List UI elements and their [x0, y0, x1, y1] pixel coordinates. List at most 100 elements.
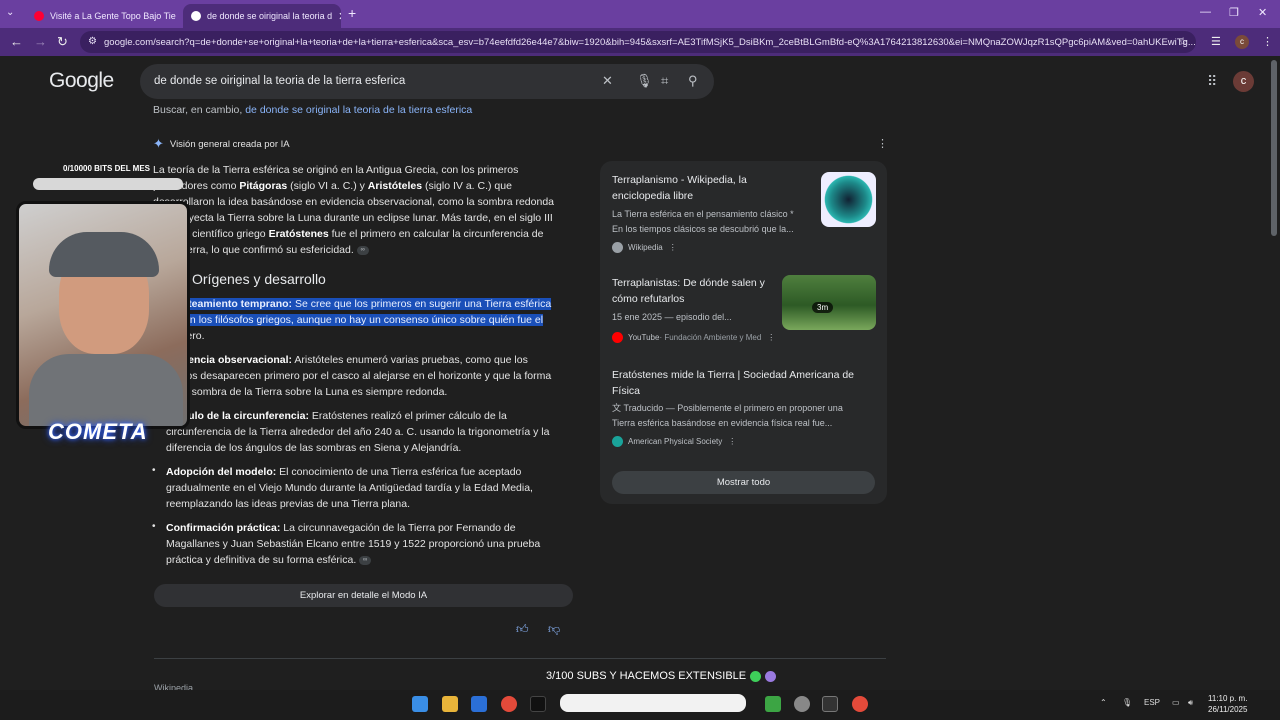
webcam-cap [49, 232, 159, 277]
close-tab-icon[interactable]: ✕ [332, 10, 341, 23]
close-window-icon[interactable]: ✕ [1258, 6, 1267, 19]
reload-icon[interactable]: ↻ [57, 34, 68, 50]
source-card-source: Wikipedia ⋮ [612, 242, 677, 253]
address-bar[interactable]: ⚙ google.com/search?q=de+donde+se+origin… [80, 31, 1196, 53]
aps-icon [612, 436, 623, 447]
minimize-icon[interactable]: — [1200, 6, 1211, 18]
bullet-item: Adopción del modelo: El conocimiento de … [166, 466, 533, 510]
app-icon[interactable] [794, 696, 810, 712]
taskbar-masked-apps [560, 694, 746, 712]
reading-list-icon[interactable]: ☰ [1211, 35, 1221, 48]
tab-search-icon[interactable]: ⌄ [6, 7, 14, 18]
sparkle-icon: ✦ [153, 136, 164, 151]
source-card-source: YouTube · Fundación Ambiente y Med ⋮ [612, 332, 775, 343]
language-indicator[interactable]: ESP [1144, 698, 1160, 707]
search-box[interactable]: de donde se oiriginal la teoria de la ti… [140, 64, 714, 99]
account-avatar[interactable]: c [1233, 71, 1254, 92]
back-icon[interactable]: ← [10, 34, 23, 49]
bookmark-star-icon[interactable]: ☆ [1178, 35, 1188, 48]
source-card-title[interactable]: Terraplanistas: De dónde salen y cómo ref… [612, 275, 782, 307]
tab-title: de donde se oiriginal la teoria d [207, 11, 333, 21]
system-clock[interactable]: 11:10 p. m. 26/11/2025 [1208, 693, 1247, 715]
google-logo[interactable]: Google [49, 69, 114, 93]
tab-active[interactable]: de donde se oiriginal la teoria d ✕ [183, 4, 341, 28]
source-card-snippet: 文 Traducido — Posiblemente el primero en… [612, 403, 843, 428]
app-icon[interactable] [765, 696, 781, 712]
network-icon[interactable]: ▭ [1172, 698, 1180, 707]
intro-line: desarrollaron la idea basándose en evide… [153, 196, 554, 208]
explore-ai-mode-button[interactable]: Explorar en detalle el Modo IA [154, 584, 573, 607]
translate-icon: 文 [612, 403, 622, 413]
clear-icon[interactable]: ✕ [602, 73, 613, 89]
tab-strip: ⌄ Visité a La Gente Topo Bajo Tie ✕ de d… [0, 0, 1280, 28]
intro-line: La teoría de la Tierra esférica se origi… [153, 164, 519, 176]
terminal-icon[interactable] [822, 696, 838, 712]
bullet-item: Planteamiento temprano: Se cree que los … [166, 298, 552, 342]
link-chip-icon[interactable]: ∞ [359, 555, 372, 565]
intro-line: a. C., el científico griego Eratóstenes … [153, 228, 544, 240]
site-info-icon[interactable]: ⚙ [88, 36, 97, 47]
restore-icon[interactable]: ❐ [1229, 6, 1239, 19]
thumbs-up-icon[interactable]: 👍︎ [516, 622, 529, 637]
tab-title: Visité a La Gente Topo Bajo Tie [50, 11, 176, 21]
google-apps-icon[interactable]: ⠿ [1207, 73, 1217, 90]
bullet-item: Cálculo de la circunferencia: Eratóstene… [166, 410, 550, 454]
source-card-title[interactable]: Terraplanismo - Wikipedia, la enciclopedi… [612, 172, 812, 204]
youtube-favicon-icon [34, 11, 44, 21]
more-options-icon[interactable]: ⋮ [669, 243, 677, 252]
url-text: google.com/search?q=de+donde+se+original… [104, 36, 1196, 48]
close-tab-icon[interactable]: ✕ [176, 10, 178, 23]
more-options-icon[interactable]: ⋮ [877, 137, 888, 150]
search-icon[interactable]: ⚲ [688, 73, 698, 89]
windows-start-icon[interactable] [412, 696, 428, 712]
intro-line: de la Tierra, lo que confirmó su esferic… [153, 242, 583, 258]
webcam-feed [16, 201, 190, 429]
browser-profile-avatar[interactable]: c [1235, 35, 1249, 49]
video-thumbnail[interactable]: 3m [782, 275, 876, 330]
forward-icon[interactable]: → [34, 34, 47, 49]
search-input[interactable]: de donde se oiriginal la teoria de la ti… [154, 75, 405, 87]
sources-panel: Terraplanismo - Wikipedia, la enciclopedi… [600, 161, 887, 504]
browser-toolbar: ← → ↻ ⚙ google.com/search?q=de+donde+se+… [0, 28, 1280, 56]
alt-prefix: Buscar, en cambio, [153, 104, 243, 116]
ai-overview-header: ✦ Visión general creada por IA [153, 136, 290, 152]
divider [154, 658, 886, 659]
bits-progress-bar [33, 178, 183, 190]
subs-goal: 3/100 SUBS Y HACEMOS EXTENSIBLE [546, 670, 777, 682]
cometa-logo: COMETA [48, 419, 148, 444]
alt-search-link[interactable]: de donde se original la teoria de la tie… [245, 104, 472, 116]
tray-chevron-icon[interactable]: ⌃ [1100, 698, 1107, 707]
more-options-icon[interactable]: ⋮ [728, 437, 736, 446]
webcam-shirt [29, 354, 183, 426]
microphone-icon[interactable]: 🎙︎ [636, 73, 653, 89]
source-card-source: American Physical Society ⋮ [612, 436, 736, 447]
bullet-dot: • [152, 521, 156, 532]
page-scrollbar[interactable] [1271, 60, 1277, 236]
bullet-item: Evidencia observacional: Aristóteles enu… [166, 354, 552, 398]
bullet-item: Confirmación práctica: La circunnavegaci… [166, 522, 541, 566]
wikipedia-icon [612, 242, 623, 253]
thumbs-down-icon[interactable]: 👎︎ [548, 622, 560, 637]
intro-line: pensadores como Pitágoras (siglo VI a. C… [153, 180, 512, 192]
link-chip-icon[interactable]: ∞ [356, 245, 369, 255]
store-icon[interactable] [471, 696, 487, 712]
intro-line: que proyecta la Tierra sobre la Luna dur… [153, 212, 553, 224]
source-card-title[interactable]: Eratóstenes mide la Tierra | Sociedad Am… [612, 367, 878, 399]
tab-inactive[interactable]: Visité a La Gente Topo Bajo Tie ✕ [26, 4, 178, 28]
new-tab-button[interactable]: + [348, 5, 356, 21]
show-all-button[interactable]: Mostrar todo [612, 471, 875, 494]
globe-thumbnail[interactable] [821, 172, 876, 227]
ai-overview-title: Visión general creada por IA [169, 138, 290, 150]
chrome-icon[interactable] [501, 696, 517, 712]
file-explorer-icon[interactable] [442, 696, 458, 712]
chrome-menu-icon[interactable]: ⋮ [1262, 35, 1273, 48]
youtube-icon [612, 332, 623, 343]
subs-goal-text: 3/100 SUBS Y HACEMOS EXTENSIBLE [546, 670, 747, 682]
more-options-icon[interactable]: ⋮ [767, 333, 775, 342]
bits-goal-label: 0/10000 BITS DEL MES [63, 164, 150, 173]
lens-icon[interactable]: ⌗ [661, 73, 668, 89]
tiktok-icon[interactable] [530, 696, 546, 712]
mic-tray-icon[interactable]: 🎙︎ [1122, 698, 1132, 707]
volume-icon[interactable]: 🔊︎ [1188, 698, 1193, 708]
chrome-active-icon[interactable] [852, 696, 868, 712]
